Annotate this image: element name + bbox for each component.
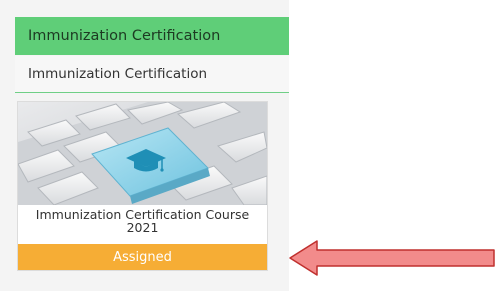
- graduation-cap-icon: [126, 149, 166, 172]
- course-title[interactable]: Immunization Certification Course 2021: [18, 208, 267, 234]
- section-header: Immunization Certification: [15, 17, 289, 55]
- category-label-text: Immunization Certification: [28, 66, 208, 82]
- category-label[interactable]: Immunization Certification: [15, 56, 289, 93]
- status-badge-label: Assigned: [113, 250, 172, 265]
- left-arrow-icon: [289, 240, 495, 276]
- course-thumbnail[interactable]: [18, 102, 267, 205]
- section-header-title: Immunization Certification: [28, 28, 221, 44]
- course-panel: Immunization Certification Immunization …: [0, 0, 289, 291]
- course-card[interactable]: Immunization Certification Course 2021 A…: [17, 101, 268, 271]
- status-badge: Assigned: [18, 244, 267, 270]
- course-title-line2: 2021: [126, 220, 159, 235]
